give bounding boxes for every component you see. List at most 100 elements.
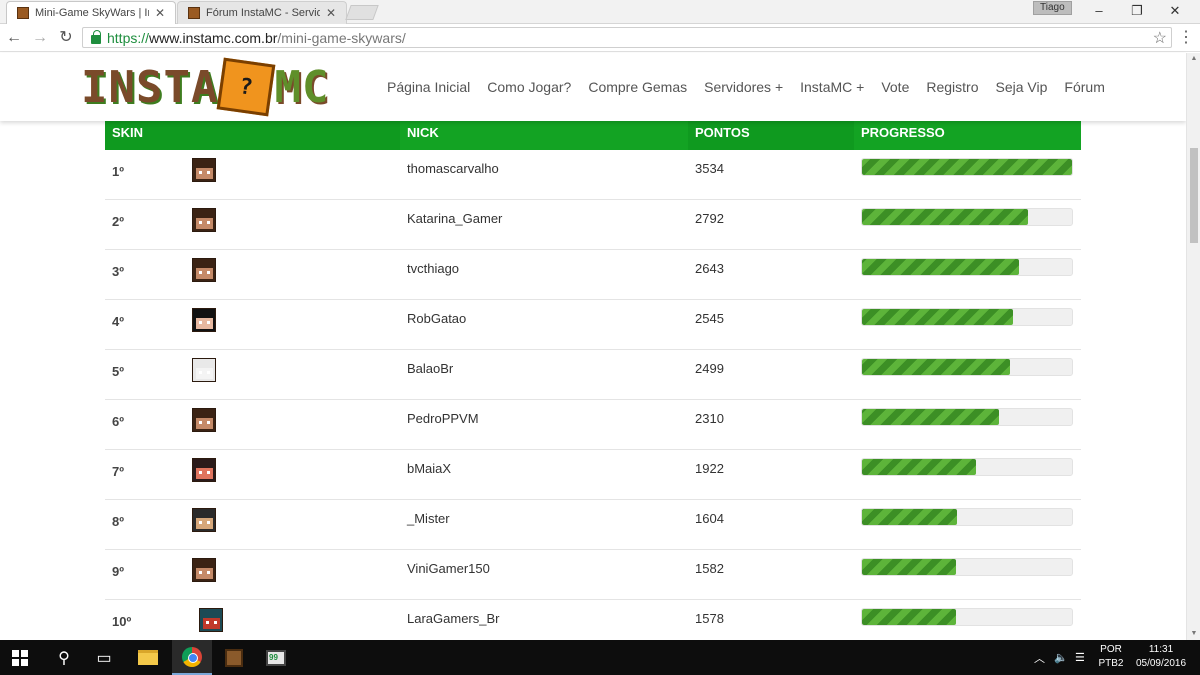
progress-fill	[862, 409, 1000, 425]
url-text: https://www.instamc.com.br/mini-game-sky…	[107, 29, 406, 46]
browser-toolbar: ← → ↻ https://www.instamc.com.br/mini-ga…	[0, 24, 1200, 52]
close-window-icon[interactable]: ✕	[1156, 0, 1194, 22]
tab-forum[interactable]: Fórum InstaMC - Servidor ✕	[177, 1, 347, 24]
progress-bar	[861, 258, 1073, 276]
tab-title: Fórum InstaMC - Servidor	[206, 7, 320, 19]
minecraft-block-icon	[17, 7, 29, 19]
new-tab-button[interactable]	[345, 5, 379, 20]
start-button[interactable]	[0, 640, 40, 675]
skin-cell	[185, 550, 400, 599]
player-nick[interactable]: PedroPPVM	[400, 400, 688, 449]
header-progress: PROGRESSO	[854, 120, 1081, 150]
app-taskbar-icon[interactable]: 99	[256, 640, 296, 675]
reload-icon[interactable]: ↻	[56, 28, 76, 48]
progress-cell	[854, 350, 1081, 399]
rank-position: 4º	[112, 314, 124, 329]
nav-forum[interactable]: Fórum	[1064, 79, 1104, 95]
player-nick[interactable]: BalaoBr	[400, 350, 688, 399]
scroll-up-icon[interactable]: ▲	[1187, 53, 1200, 65]
page-scrollbar[interactable]: ▲ ▼	[1186, 53, 1200, 640]
scroll-thumb[interactable]	[1190, 148, 1198, 243]
table-row: 1º thomascarvalho 3534	[105, 150, 1081, 200]
instamc-logo[interactable]: INSTA ? MC	[81, 57, 361, 117]
rank-position: 6º	[112, 414, 124, 429]
bookmark-star-icon[interactable]: ☆	[1153, 28, 1167, 48]
player-nick[interactable]: thomascarvalho	[400, 150, 688, 199]
progress-fill	[862, 159, 1072, 175]
chrome-taskbar-icon[interactable]	[172, 640, 212, 675]
nav-buy-gems[interactable]: Compre Gemas	[588, 79, 687, 95]
progress-fill	[862, 459, 977, 475]
minimize-icon[interactable]: –	[1080, 0, 1118, 22]
tab-skywars[interactable]: Mini-Game SkyWars | Inst ✕	[6, 1, 176, 24]
progress-cell	[854, 550, 1081, 599]
progress-bar	[861, 608, 1073, 626]
player-points: 2643	[695, 261, 724, 276]
progress-bar	[861, 508, 1073, 526]
close-icon[interactable]: ✕	[324, 6, 338, 20]
player-nick[interactable]: ViniGamer150	[400, 550, 688, 599]
minecraft-taskbar-icon[interactable]	[214, 640, 254, 675]
player-nick[interactable]: tvcthiago	[400, 250, 688, 299]
nav-vote[interactable]: Vote	[881, 79, 909, 95]
progress-bar	[861, 308, 1073, 326]
header-nick: NICK	[400, 120, 688, 150]
player-points: 2310	[695, 411, 724, 426]
show-hidden-icons[interactable]: ︿	[1034, 640, 1045, 675]
nav-servers[interactable]: Servidores +	[704, 79, 783, 95]
input-language[interactable]: POR PTB2	[1096, 643, 1126, 671]
profile-badge[interactable]: Tiago	[1033, 1, 1072, 15]
progress-cell	[854, 300, 1081, 349]
site-header: INSTA ? MC Página Inicial Como Jogar? Co…	[0, 53, 1186, 121]
player-nick[interactable]: Katarina_Gamer	[400, 200, 688, 249]
task-view-icon[interactable]: ▭	[84, 640, 124, 675]
search-icon[interactable]: ⚲	[44, 640, 84, 675]
file-explorer-icon[interactable]	[128, 640, 168, 675]
minecraft-block-icon	[188, 7, 200, 19]
progress-fill	[862, 609, 956, 625]
player-points: 1582	[695, 561, 724, 576]
header-points: PONTOS	[688, 120, 854, 150]
header-skin: SKIN	[105, 120, 400, 150]
table-row: 3º tvcthiago 2643	[105, 250, 1081, 300]
player-nick[interactable]: RobGatao	[400, 300, 688, 349]
restore-icon[interactable]: ❐	[1118, 0, 1156, 22]
logo-text-mc: MC	[274, 61, 330, 113]
progress-fill	[862, 559, 957, 575]
lucky-block-icon: ?	[217, 57, 276, 117]
main-nav: Página Inicial Como Jogar? Compre Gemas …	[387, 79, 1122, 95]
nav-vip[interactable]: Seja Vip	[996, 79, 1048, 95]
nav-register[interactable]: Registro	[926, 79, 978, 95]
progress-fill	[862, 309, 1014, 325]
notifications-icon[interactable]: ☰	[1075, 640, 1085, 675]
player-nick[interactable]: _Mister	[400, 500, 688, 549]
nav-how-to-play[interactable]: Como Jogar?	[487, 79, 571, 95]
progress-bar	[861, 208, 1073, 226]
progress-bar	[861, 408, 1073, 426]
player-nick[interactable]: bMaiaX	[400, 450, 688, 499]
player-skin-icon	[192, 358, 216, 382]
rank-position: 1º	[112, 164, 124, 179]
browser-tab-strip: Mini-Game SkyWars | Inst ✕ Fórum InstaMC…	[0, 0, 1200, 24]
nav-instamc[interactable]: InstaMC +	[800, 79, 864, 95]
volume-icon[interactable]: 🔈	[1054, 640, 1068, 675]
back-icon[interactable]: ←	[4, 28, 24, 48]
forward-icon[interactable]: →	[30, 28, 50, 48]
clock[interactable]: 11:31 05/09/2016	[1130, 643, 1192, 671]
address-bar[interactable]: https://www.instamc.com.br/mini-game-sky…	[82, 27, 1172, 48]
skin-cell	[185, 500, 400, 549]
progress-cell	[854, 250, 1081, 299]
close-icon[interactable]: ✕	[153, 6, 167, 20]
table-row: 6º PedroPPVM 2310	[105, 400, 1081, 450]
skin-cell	[185, 150, 400, 199]
browser-menu-icon[interactable]: ⋮	[1178, 28, 1194, 48]
player-points: 1922	[695, 461, 724, 476]
progress-cell	[854, 200, 1081, 249]
clock-time: 11:31	[1148, 644, 1174, 655]
player-points: 2499	[695, 361, 724, 376]
player-skin-icon	[192, 158, 216, 182]
lock-icon	[91, 30, 101, 44]
player-skin-icon	[192, 508, 216, 532]
scroll-down-icon[interactable]: ▼	[1187, 628, 1200, 640]
nav-home[interactable]: Página Inicial	[387, 79, 470, 95]
